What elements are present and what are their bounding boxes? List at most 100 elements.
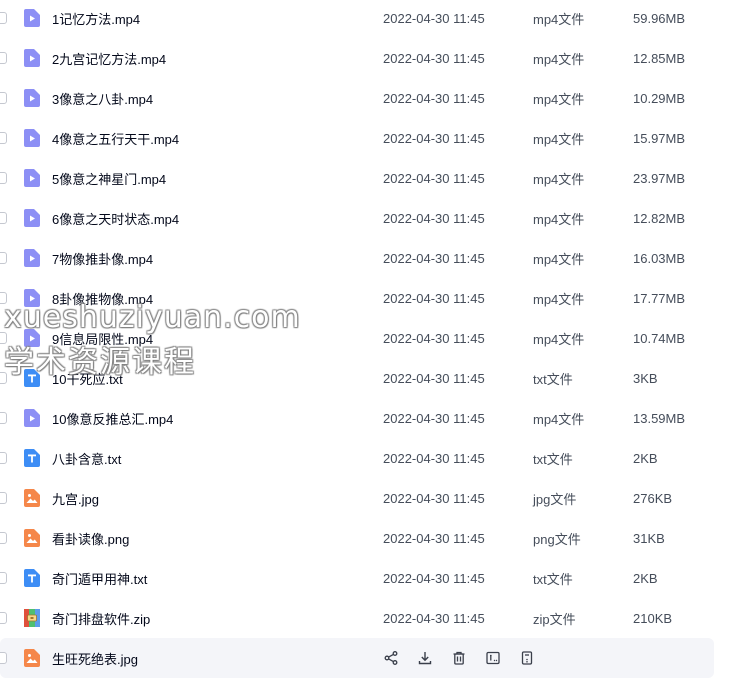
file-name[interactable]: 10像意反推总汇.mp4 xyxy=(52,409,173,428)
file-row[interactable]: 5像意之神星门.mp4 2022-04-30 11:45 mp4文件 23.97… xyxy=(0,158,714,198)
file-row[interactable]: 奇门遁甲用神.txt 2022-04-30 11:45 txt文件 2KB xyxy=(0,558,714,598)
file-name[interactable]: 5像意之神星门.mp4 xyxy=(52,169,166,188)
row-checkbox[interactable] xyxy=(0,452,7,464)
file-name[interactable]: 八卦含意.txt xyxy=(52,449,121,468)
file-row[interactable]: 1记忆方法.mp4 2022-04-30 11:45 mp4文件 59.96MB xyxy=(0,0,714,38)
row-checkbox[interactable] xyxy=(0,412,7,424)
row-checkbox[interactable] xyxy=(0,252,7,264)
file-size: 210KB xyxy=(633,610,673,626)
file-name[interactable]: 3像意之八卦.mp4 xyxy=(52,89,153,108)
file-modified-time: 2022-04-30 11:45 xyxy=(383,450,485,466)
video-icon xyxy=(24,329,40,347)
row-checkbox[interactable] xyxy=(0,332,7,344)
file-modified-time: 2022-04-30 11:45 xyxy=(383,530,485,546)
image-icon xyxy=(24,529,40,547)
row-checkbox[interactable] xyxy=(0,612,7,624)
row-checkbox[interactable] xyxy=(0,292,7,304)
download-icon[interactable] xyxy=(417,650,433,666)
row-checkbox[interactable] xyxy=(0,132,7,144)
file-modified-time: 2022-04-30 11:45 xyxy=(383,370,485,386)
file-row[interactable]: 九宫.jpg 2022-04-30 11:45 jpg文件 276KB xyxy=(0,478,714,518)
file-name[interactable]: 九宫.jpg xyxy=(52,489,99,508)
file-name[interactable]: 9信息局限性.mp4 xyxy=(52,329,153,348)
video-icon xyxy=(24,169,40,187)
file-name[interactable]: 10干死应.txt xyxy=(52,369,123,388)
file-row[interactable]: 10像意反推总汇.mp4 2022-04-30 11:45 mp4文件 13.5… xyxy=(0,398,714,438)
file-modified-time: 2022-04-30 11:45 xyxy=(383,210,485,226)
file-size: 12.82MB xyxy=(633,210,686,226)
file-row[interactable]: 八卦含意.txt 2022-04-30 11:45 txt文件 2KB xyxy=(0,438,714,478)
row-action-toolbar xyxy=(383,650,553,666)
file-modified-time: 2022-04-30 11:45 xyxy=(383,290,485,306)
text-icon xyxy=(24,569,40,587)
file-row[interactable]: 4像意之五行天干.mp4 2022-04-30 11:45 mp4文件 15.9… xyxy=(0,118,714,158)
file-name[interactable]: 1记忆方法.mp4 xyxy=(52,9,140,28)
file-type: mp4文件 xyxy=(533,11,585,27)
file-name[interactable]: 奇门排盘软件.zip xyxy=(52,609,150,628)
file-size: 3KB xyxy=(633,370,658,386)
file-row-hovered[interactable]: 生旺死绝表.jpg xyxy=(0,638,714,678)
file-type: txt文件 xyxy=(533,571,573,587)
row-checkbox[interactable] xyxy=(0,532,7,544)
file-modified-time: 2022-04-30 11:45 xyxy=(383,130,485,146)
text-icon xyxy=(24,369,40,387)
file-row[interactable]: 2九宫记忆方法.mp4 2022-04-30 11:45 mp4文件 12.85… xyxy=(0,38,714,78)
file-modified-time: 2022-04-30 11:45 xyxy=(383,90,485,106)
share-icon[interactable] xyxy=(383,650,399,666)
delete-icon[interactable] xyxy=(451,650,467,666)
file-type: mp4文件 xyxy=(533,411,585,427)
row-checkbox[interactable] xyxy=(0,52,7,64)
row-checkbox[interactable] xyxy=(0,572,7,584)
row-checkbox[interactable] xyxy=(0,212,7,224)
file-name[interactable]: 7物像推卦像.mp4 xyxy=(52,249,153,268)
file-modified-time: 2022-04-30 11:45 xyxy=(383,570,485,586)
file-name[interactable]: 生旺死绝表.jpg xyxy=(52,649,138,668)
row-checkbox[interactable] xyxy=(0,12,7,24)
text-icon xyxy=(24,449,40,467)
file-size: 15.97MB xyxy=(633,130,686,146)
row-checkbox[interactable] xyxy=(0,372,7,384)
row-checkbox[interactable] xyxy=(0,172,7,184)
row-checkbox[interactable] xyxy=(0,652,7,664)
video-icon xyxy=(24,289,40,307)
row-checkbox[interactable] xyxy=(0,492,7,504)
file-modified-time: 2022-04-30 11:45 xyxy=(383,330,485,346)
file-type: zip文件 xyxy=(533,611,576,627)
file-size: 16.03MB xyxy=(633,250,686,266)
video-icon xyxy=(24,209,40,227)
file-row[interactable]: 9信息局限性.mp4 2022-04-30 11:45 mp4文件 10.74M… xyxy=(0,318,714,358)
file-row[interactable]: 10干死应.txt 2022-04-30 11:45 txt文件 3KB xyxy=(0,358,714,398)
rename-icon[interactable] xyxy=(485,650,501,666)
file-name[interactable]: 奇门遁甲用神.txt xyxy=(52,569,147,588)
video-icon xyxy=(24,9,40,27)
file-row[interactable]: 看卦读像.png 2022-04-30 11:45 png文件 31KB xyxy=(0,518,714,558)
file-type: mp4文件 xyxy=(533,171,585,187)
video-icon xyxy=(24,129,40,147)
file-row[interactable]: 奇门排盘软件.zip 2022-04-30 11:45 zip文件 210KB xyxy=(0,598,714,638)
file-row[interactable]: 6像意之天时状态.mp4 2022-04-30 11:45 mp4文件 12.8… xyxy=(0,198,714,238)
file-name[interactable]: 看卦读像.png xyxy=(52,529,129,548)
video-icon xyxy=(24,49,40,67)
file-type: mp4文件 xyxy=(533,51,585,67)
file-row[interactable]: 3像意之八卦.mp4 2022-04-30 11:45 mp4文件 10.29M… xyxy=(0,78,714,118)
file-size: 10.74MB xyxy=(633,330,686,346)
file-name[interactable]: 8卦像推物像.mp4 xyxy=(52,289,153,308)
file-name[interactable]: 6像意之天时状态.mp4 xyxy=(52,209,179,228)
file-type: mp4文件 xyxy=(533,291,585,307)
file-type: png文件 xyxy=(533,531,581,547)
video-icon xyxy=(24,89,40,107)
file-row[interactable]: 7物像推卦像.mp4 2022-04-30 11:45 mp4文件 16.03M… xyxy=(0,238,714,278)
row-checkbox[interactable] xyxy=(0,92,7,104)
file-size: 276KB xyxy=(633,490,673,506)
more-icon[interactable] xyxy=(519,650,535,666)
file-modified-time: 2022-04-30 11:45 xyxy=(383,170,485,186)
file-name[interactable]: 4像意之五行天干.mp4 xyxy=(52,129,179,148)
file-size: 2KB xyxy=(633,570,658,586)
file-modified-time: 2022-04-30 11:45 xyxy=(383,50,485,66)
file-size: 12.85MB xyxy=(633,50,686,66)
file-row[interactable]: 8卦像推物像.mp4 2022-04-30 11:45 mp4文件 17.77M… xyxy=(0,278,714,318)
file-type: txt文件 xyxy=(533,451,573,467)
file-type: mp4文件 xyxy=(533,211,585,227)
file-name[interactable]: 2九宫记忆方法.mp4 xyxy=(52,49,166,68)
file-type: mp4文件 xyxy=(533,91,585,107)
